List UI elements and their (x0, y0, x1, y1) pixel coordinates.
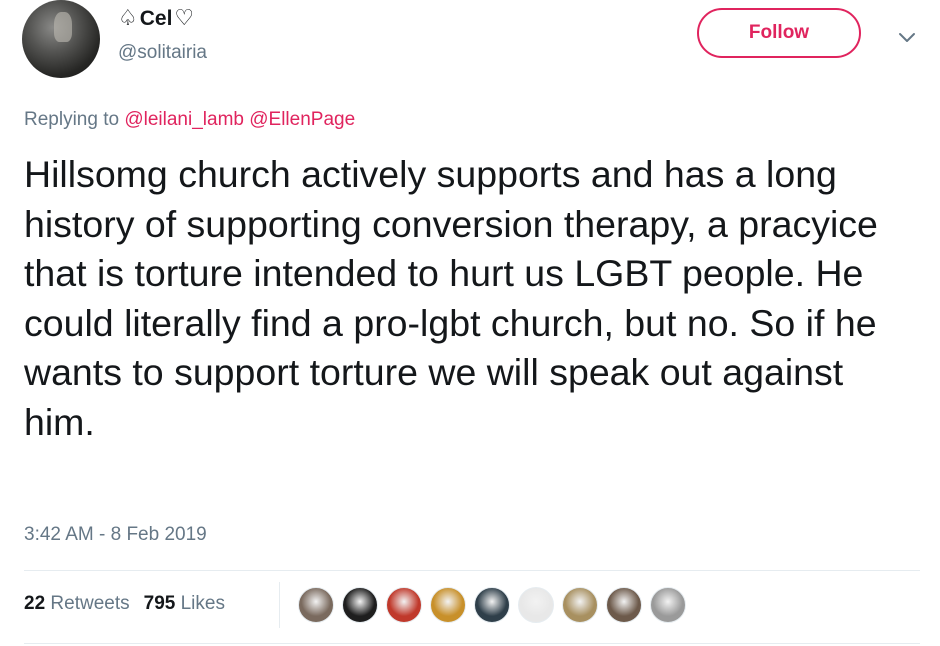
replying-to: Replying to @leilani_lamb @EllenPage (24, 109, 355, 131)
liker-avatar-3[interactable] (386, 587, 422, 623)
divider (24, 570, 920, 571)
liker-avatar-6[interactable] (518, 587, 554, 623)
liker-avatar-4[interactable] (430, 587, 466, 623)
user-handle[interactable]: @solitairia (118, 42, 207, 64)
tweet-text: Hillsomg church actively supports and ha… (24, 153, 878, 443)
retweets-count: 22 (24, 593, 46, 614)
display-name[interactable]: ♤ Cel ♡ (118, 6, 194, 31)
follow-button[interactable]: Follow (697, 8, 861, 58)
retweets-label: Retweets (50, 593, 130, 614)
retweets-stat[interactable]: 22 Retweets (24, 593, 130, 615)
replying-to-label: Replying to (24, 109, 120, 130)
liker-avatar-5[interactable] (474, 587, 510, 623)
likes-label: Likes (180, 593, 225, 614)
chevron-down-icon[interactable] (896, 26, 918, 48)
liker-avatar-8[interactable] (606, 587, 642, 623)
avatar[interactable] (22, 0, 100, 78)
mention-link[interactable]: @EllenPage (249, 109, 355, 130)
avatar-figure (54, 12, 72, 42)
tweet-stats: 22 Retweets 795 Likes (24, 593, 239, 615)
likes-count: 795 (143, 593, 176, 614)
divider (24, 643, 920, 644)
liker-avatar-7[interactable] (562, 587, 598, 623)
liker-avatars (298, 587, 694, 623)
tweet-timestamp[interactable]: 3:42 AM - 8 Feb 2019 (24, 524, 207, 546)
heart-icon: ♡ (174, 6, 195, 31)
spade-icon: ♤ (118, 6, 138, 31)
liker-avatar-2[interactable] (342, 587, 378, 623)
liker-avatar-1[interactable] (298, 587, 334, 623)
mention-link[interactable]: @leilani_lamb (124, 109, 244, 130)
display-name-text: Cel (139, 6, 173, 30)
stats-divider (279, 582, 280, 628)
likes-stat[interactable]: 795 Likes (144, 593, 225, 615)
liker-avatar-9[interactable] (650, 587, 686, 623)
